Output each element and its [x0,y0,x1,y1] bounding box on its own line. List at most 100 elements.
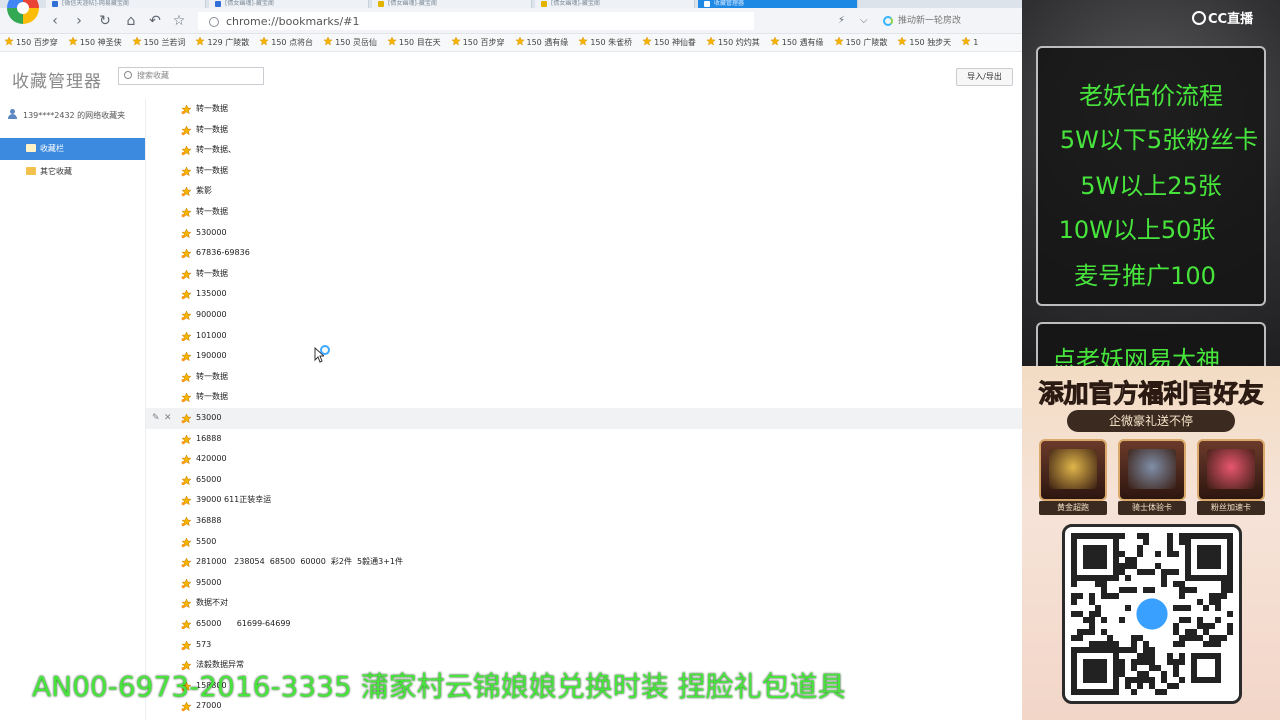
bookmark-row[interactable]: 16888 [146,429,1022,450]
browser-tab[interactable]: [微信天涯帖]-网易藏宝阁 [46,0,206,8]
bookmark-title[interactable]: 530000 [196,223,227,244]
bookmark-bar-item[interactable]: 150 灼灼其 [702,34,760,51]
bookmark-row[interactable]: 转一数据 [146,99,1022,120]
back-button[interactable]: ‹ [46,12,64,30]
bookmark-title[interactable]: 65000 [196,470,221,491]
bookmark-row[interactable]: 数据不对 [146,593,1022,614]
bookmark-title[interactable]: 135000 [196,284,227,305]
bookmark-title[interactable]: 281000 238054 68500 60000 彩2件 5毅通3+1件 [196,552,403,573]
chevron-down-icon[interactable]: ⌵ [860,13,868,29]
bookmark-title[interactable]: 900000 [196,305,227,326]
bookmark-row[interactable]: 65000 61699-64699 [146,614,1022,635]
bookmark-row[interactable]: 420000 [146,449,1022,470]
delete-icon[interactable]: ✕ [164,412,172,424]
bookmark-bar-item[interactable]: 150 神仙眷 [638,34,696,51]
tab-label: 收藏管理器 [714,0,745,7]
bookmark-row[interactable]: 转一数据 [146,120,1022,141]
page-info-icon[interactable] [209,17,219,27]
bookmark-bar-item[interactable]: 150 百步穿 [0,34,58,51]
bookmark-row[interactable]: 900000 [146,305,1022,326]
bookmark-title[interactable]: 转一数据 [196,161,228,182]
bookmark-search-input[interactable]: 搜索收藏 [118,67,264,85]
browser-tab[interactable]: [倩女幽魂]-藏宝阁 [209,0,369,8]
favorite-star-button[interactable]: ☆ [170,12,188,30]
bookmark-title[interactable]: 101000 [196,326,227,347]
address-bar[interactable]: chrome://bookmarks/#1 [198,12,754,30]
bookmark-title[interactable]: 95000 [196,573,221,594]
bookmark-bar-item[interactable]: 150 神圣侠 [64,34,122,51]
edit-icon[interactable]: ✎ [152,412,160,424]
bookmark-title[interactable]: 转一数据 [196,264,228,285]
bookmark-row[interactable]: 65000 [146,470,1022,491]
forward-button[interactable]: › [70,12,88,30]
bookmark-bar-item[interactable]: 150 遇有缘 [511,34,568,51]
bookmark-row[interactable]: 67836-69836 [146,243,1022,264]
bookmark-bar-item[interactable]: 150 广陵散 [830,34,887,51]
bookmark-title[interactable]: 39000 611正装幸运 [196,490,271,511]
browser-tab[interactable]: [倩女幽魂]-藏宝阁 [535,0,695,8]
bookmark-title[interactable]: 5500 [196,532,216,553]
bookmark-title[interactable]: 420000 [196,449,227,470]
bookmark-bar-item[interactable]: 150 朱雀桥 [574,34,632,51]
bookmark-row[interactable]: 39000 611正装幸运 [146,490,1022,511]
bookmark-row[interactable]: 101000 [146,326,1022,347]
bookmark-row[interactable]: 530000 [146,223,1022,244]
bookmark-row[interactable]: 190000 [146,346,1022,367]
bookmark-row[interactable]: 紫影 [146,181,1022,202]
bookmark-row[interactable]: 36888 [146,511,1022,532]
bookmark-title[interactable]: 转一数据 [196,202,228,223]
bookmark-title[interactable]: 36888 [196,511,221,532]
folder-item[interactable]: 收藏栏 [0,138,145,160]
bookmark-title[interactable]: 67836-69836 [196,243,250,264]
folder-item[interactable]: 其它收藏 [0,161,145,183]
bookmark-row[interactable]: 135000 [146,284,1022,305]
bookmark-star-icon [961,35,971,46]
bookmark-bar-item[interactable]: 150 目在天 [383,34,441,51]
bookmark-row[interactable]: 95000 [146,573,1022,594]
bookmark-row[interactable]: 转一数据 [146,161,1022,182]
bookmark-title[interactable]: 转一数据 [196,367,228,388]
bookmark-title[interactable]: 紫影 [196,181,212,202]
lightning-icon[interactable]: ⚡ [838,13,845,29]
bookmark-title[interactable]: 190000 [196,346,227,367]
home-button[interactable]: ⌂ [122,12,140,30]
bookmark-title[interactable]: 53000 [196,408,221,429]
browser-tab[interactable]: [倩女幽魂]-藏宝阁 [372,0,532,8]
undo-close-tab-button[interactable]: ↶ [146,12,164,30]
bookmark-row[interactable]: 转一数据、 [146,140,1022,161]
bookmark-bar-item[interactable]: 1 [957,34,978,51]
bookmark-title[interactable]: 转一数据 [196,99,228,120]
bookmark-favicon-icon [181,289,192,300]
bookmark-bar-item[interactable]: 150 兰若词 [128,34,185,51]
search-suggestion-text[interactable]: 推动新一轮房改 [898,12,961,30]
bookmark-bar-label: 150 独步天 [909,38,952,47]
bookmark-title[interactable]: 转一数据 [196,387,228,408]
bookmark-bar-item[interactable]: 150 百步穿 [447,34,505,51]
bookmark-row[interactable]: 转一数据 [146,387,1022,408]
bookmark-row[interactable]: 转一数据 [146,367,1022,388]
bookmark-bar-item[interactable]: 150 独步天 [893,34,952,51]
bookmark-title[interactable]: 数据不对 [196,593,228,614]
bookmark-row[interactable]: ✎ ✕ 53000 [146,408,1022,429]
account-row[interactable]: 139****2432 的网络收藏夹 [8,109,125,121]
address-text[interactable]: chrome://bookmarks/#1 [226,13,359,31]
bookmark-bar-item[interactable]: 150 点将台 [255,34,313,51]
bookmark-row[interactable]: 转一数据 [146,202,1022,223]
bookmark-title[interactable]: 转一数据 [196,120,228,141]
bookmark-title[interactable]: 65000 61699-64699 [196,614,291,635]
browser-tab[interactable]: 收藏管理器 [698,0,858,8]
bookmark-row[interactable]: 转一数据 [146,264,1022,285]
bookmark-row[interactable]: 281000 238054 68500 60000 彩2件 5毅通3+1件 [146,552,1022,573]
bookmark-title[interactable]: 转一数据、 [196,140,236,161]
bookmark-title[interactable]: 573 [196,635,211,656]
search-engine-box[interactable]: 推动新一轮房改 [880,12,1022,30]
bookmark-star-icon [642,35,652,46]
import-export-button[interactable]: 导入/导出 [956,68,1013,86]
reload-button[interactable]: ↻ [96,12,114,30]
bookmark-bar-item[interactable]: 129 广陵散 [191,34,249,51]
bookmark-row[interactable]: 5500 [146,532,1022,553]
bookmark-bar-item[interactable]: 150 灵岳仙 [319,34,377,51]
bookmark-row[interactable]: 573 [146,635,1022,656]
bookmark-bar-item[interactable]: 150 遇有缘 [766,34,824,51]
bookmark-title[interactable]: 16888 [196,429,221,450]
